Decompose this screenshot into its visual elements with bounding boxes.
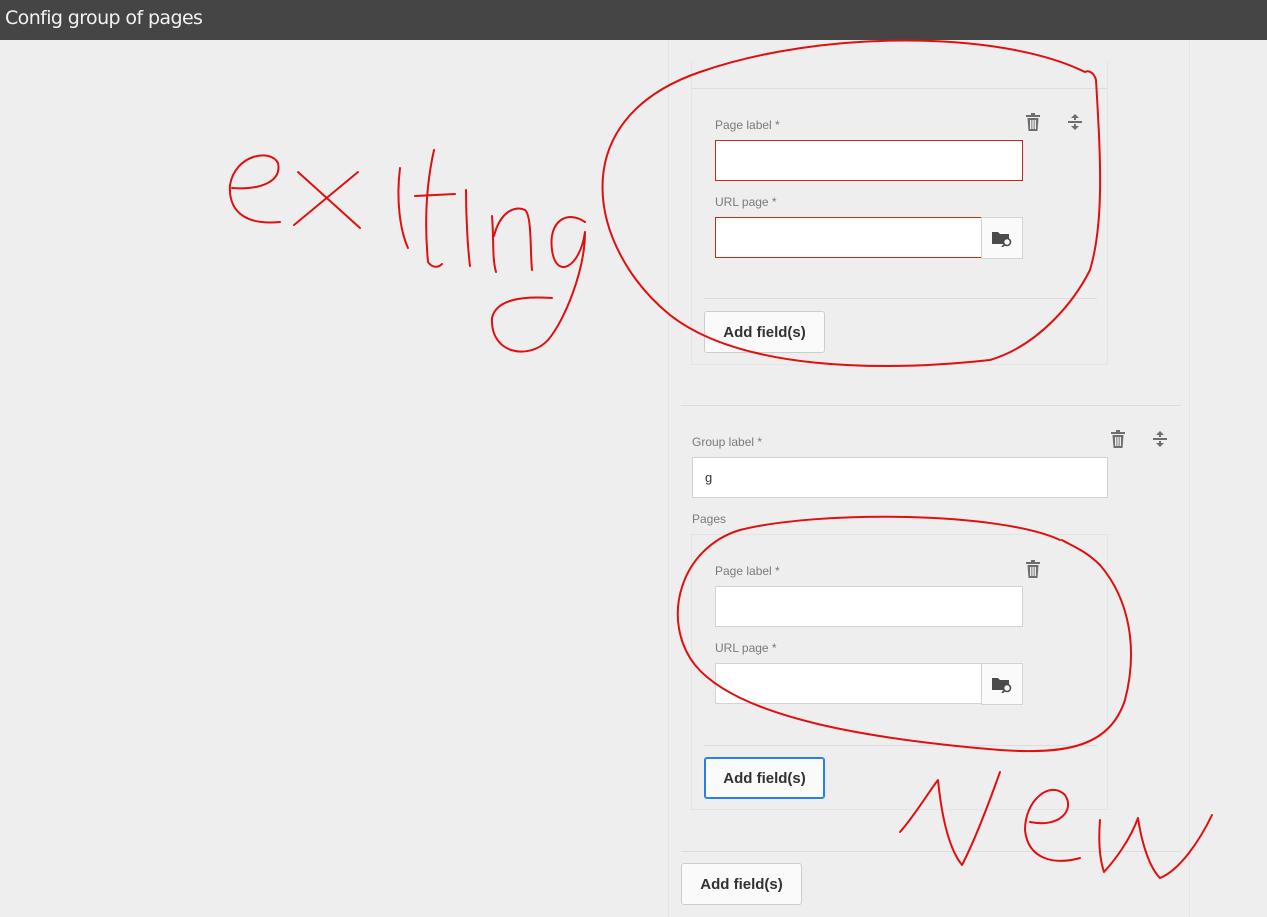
- browse-path-button[interactable]: [981, 663, 1023, 705]
- reorder-icon[interactable]: [1064, 111, 1086, 133]
- divider: [704, 298, 1097, 299]
- multifield-panel: Page label * URL page * Add field(s) Gro…: [668, 40, 1190, 917]
- add-field-button[interactable]: Add field(s): [704, 757, 825, 799]
- pages-caption: Pages: [692, 512, 727, 526]
- trash-icon[interactable]: [1107, 428, 1129, 450]
- url-page-input[interactable]: [715, 663, 982, 704]
- url-page-caption: URL page *: [715, 195, 777, 209]
- divider: [681, 405, 1181, 406]
- divider: [704, 745, 1097, 746]
- page-label-input[interactable]: [715, 140, 1023, 181]
- add-group-button[interactable]: Add field(s): [681, 863, 802, 905]
- window-title: Config group of pages: [0, 0, 1267, 40]
- folder-search-icon: [992, 678, 1012, 693]
- divider: [681, 851, 1181, 852]
- divider: [692, 88, 1107, 89]
- group-label-input[interactable]: g: [692, 457, 1108, 498]
- page-label-caption: Page label *: [715, 564, 780, 578]
- page-label-caption: Page label *: [715, 118, 780, 132]
- trash-icon[interactable]: [1022, 558, 1044, 580]
- reorder-icon[interactable]: [1149, 428, 1171, 450]
- browse-path-button[interactable]: [981, 217, 1023, 259]
- folder-search-icon: [992, 232, 1012, 247]
- add-field-button[interactable]: Add field(s): [704, 311, 825, 353]
- trash-icon[interactable]: [1022, 111, 1044, 133]
- page-label-input[interactable]: [715, 586, 1023, 627]
- annotation-word-existing: [228, 149, 586, 353]
- url-page-caption: URL page *: [715, 641, 777, 655]
- url-page-input[interactable]: [715, 217, 982, 258]
- group-label-caption: Group label *: [692, 435, 763, 449]
